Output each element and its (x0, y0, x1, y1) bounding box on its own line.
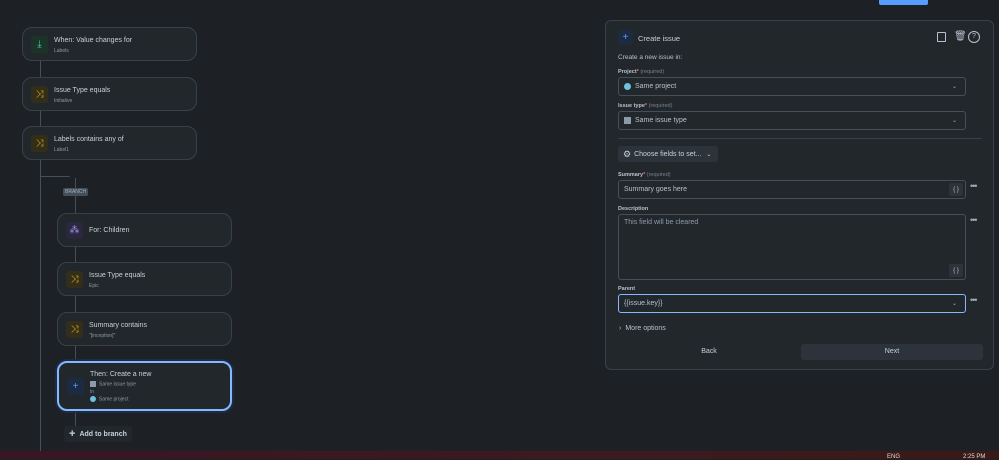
gear-icon: ⚙ (623, 148, 632, 159)
duplicate-icon[interactable] (937, 32, 946, 42)
action-node-selected[interactable]: + Then: Create a new Same issue type in … (57, 361, 232, 411)
project-select[interactable]: Same project ⌄ (618, 77, 966, 96)
next-button[interactable]: Next (801, 344, 983, 360)
condition-node[interactable]: ⤨ Issue Type equals Epic (57, 262, 232, 296)
add-to-branch-button[interactable]: + Add to branch (64, 426, 132, 442)
issue-type-icon (90, 381, 96, 387)
language-indicator[interactable]: ENG (887, 454, 900, 460)
clock[interactable]: 2:25 PM (963, 454, 985, 460)
chevron-right-icon: › (619, 325, 622, 332)
top-blue-button[interactable] (879, 0, 928, 5)
hierarchy-icon: ⁂ (66, 222, 83, 239)
description-label: Description (618, 206, 649, 212)
shuffle-icon: ⤨ (66, 321, 83, 338)
plus-icon: + (69, 428, 76, 440)
plus-icon: + (618, 30, 633, 45)
description-textarea[interactable]: This field will be cleared{ } (618, 214, 966, 280)
parent-label: Parent (618, 286, 636, 292)
more-actions-icon[interactable]: ••• (970, 215, 978, 225)
panel-title: Create issue (638, 34, 681, 43)
trigger-node[interactable]: ⤓ When: Value changes for Labels (22, 27, 197, 61)
variable-braces-button[interactable]: { } (949, 183, 963, 196)
divider (618, 138, 982, 139)
choose-fields-button[interactable]: ⚙ Choose fields to set... ⌄ (618, 146, 718, 162)
variable-braces-button[interactable]: { } (949, 264, 963, 277)
project-avatar-icon (90, 396, 96, 402)
project-label: Project* (required) (618, 69, 665, 75)
chevron-down-icon: ⌄ (951, 84, 957, 90)
condition-node[interactable]: ⤨ Issue Type equals Initiative (22, 77, 197, 111)
project-avatar-icon (624, 83, 631, 90)
chevron-down-icon: ⌄ (951, 118, 957, 124)
shuffle-icon: ⤨ (31, 86, 48, 103)
issue-type-label: Issue type* (required) (618, 103, 673, 109)
condition-node[interactable]: ⤨ Summary contains "[inception]" (57, 312, 232, 346)
summary-input[interactable]: Summary goes here{ } (618, 180, 966, 199)
issue-type-select[interactable]: Same issue type ⌄ (618, 111, 966, 130)
summary-label: Summary* (required) (618, 172, 671, 178)
parent-select[interactable]: {{issue.key}} ⌄ (618, 294, 966, 313)
issue-type-icon (624, 117, 631, 124)
branch-node[interactable]: ⁂ For: Children (57, 213, 232, 247)
taskbar: ENG 2:25 PM (0, 451, 999, 460)
trash-icon[interactable]: 🗑 (954, 31, 967, 42)
shuffle-icon: ⤨ (31, 135, 48, 152)
shuffle-icon: ⤨ (66, 271, 83, 288)
download-arrow-icon: ⤓ (31, 36, 48, 53)
chevron-down-icon: ⌄ (706, 151, 712, 158)
plus-icon: + (67, 378, 84, 395)
condition-node[interactable]: ⤨ Labels contains any of Label1 (22, 126, 197, 160)
back-button[interactable]: Back (618, 344, 800, 360)
more-actions-icon[interactable]: ••• (970, 181, 978, 191)
more-options-toggle[interactable]: › More options (619, 325, 666, 332)
intro-text: Create a new issue in: (618, 54, 683, 61)
help-icon[interactable]: ? (968, 31, 980, 43)
branch-badge: BRANCH (63, 188, 89, 196)
more-actions-icon[interactable]: ••• (970, 295, 978, 305)
create-issue-panel: + Create issue 🗑 ? Create a new issue in… (605, 20, 994, 370)
chevron-down-icon: ⌄ (951, 301, 957, 307)
